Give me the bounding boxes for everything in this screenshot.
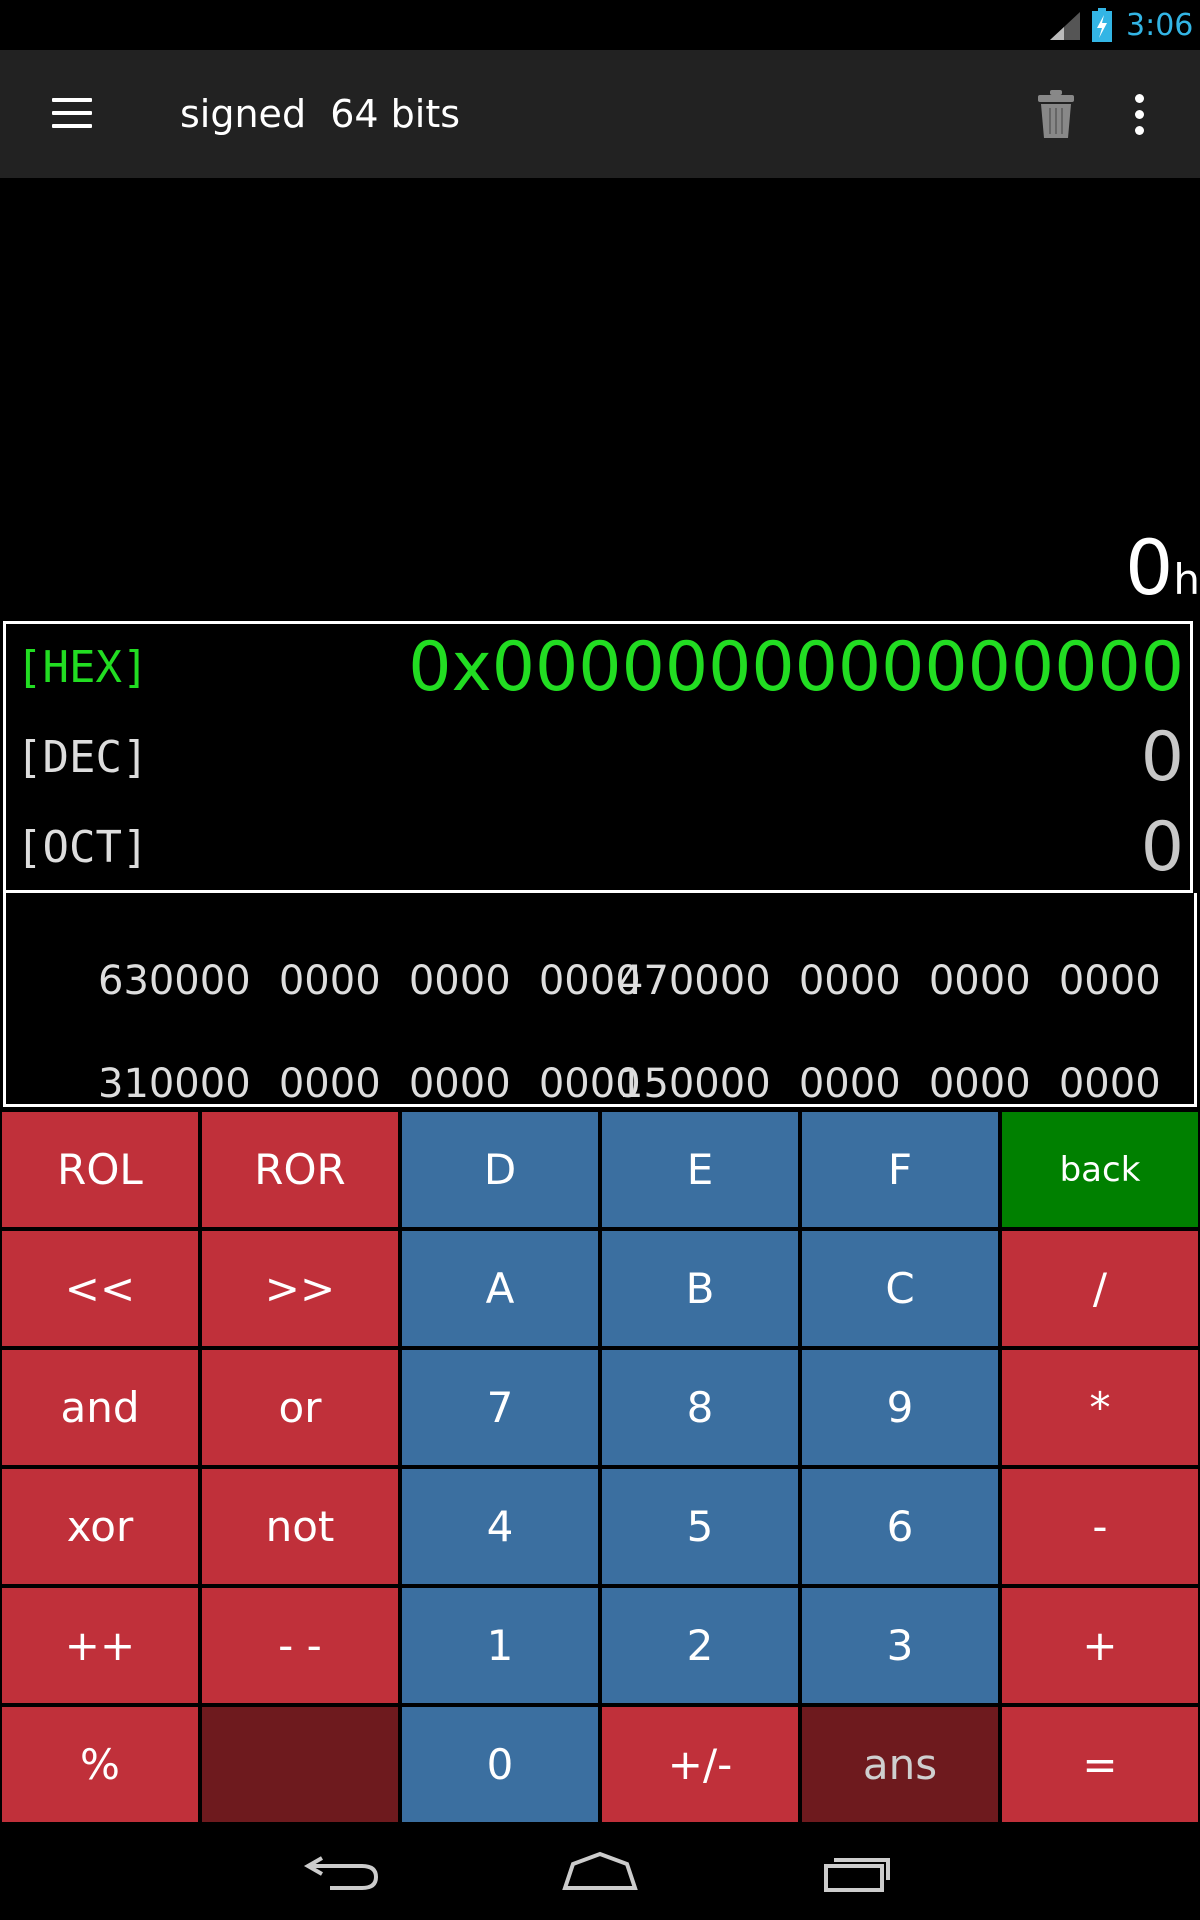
divide-key[interactable]: /: [1002, 1231, 1198, 1346]
navigation-bar: [0, 1822, 1200, 1920]
status-time: 3:06: [1126, 8, 1194, 43]
digit-f-key[interactable]: F: [802, 1112, 998, 1227]
bits-panel: 0000 0000 0000 0000 0000 0000 0000 0000 63 47 0…: [3, 893, 1197, 1107]
back-key[interactable]: back: [1002, 1112, 1198, 1227]
bit-group: 0000: [798, 1061, 901, 1107]
base-label-dec: [DEC]: [16, 732, 149, 783]
bit-group: 0000: [408, 1061, 511, 1107]
not-key[interactable]: not: [202, 1469, 398, 1584]
shift-left-key[interactable]: <<: [2, 1231, 198, 1346]
subtract-key[interactable]: -: [1002, 1469, 1198, 1584]
base-row-oct[interactable]: [OCT] 0: [6, 804, 1190, 894]
bit-group: 0000: [278, 958, 381, 1004]
digit-c-key[interactable]: C: [802, 1231, 998, 1346]
overflow-menu-icon[interactable]: [1124, 94, 1154, 138]
equals-key[interactable]: =: [1002, 1707, 1198, 1822]
bit-group: 0000: [1058, 958, 1161, 1004]
increment-key[interactable]: ++: [2, 1588, 198, 1703]
recents-icon[interactable]: [812, 1844, 902, 1900]
negate-key[interactable]: +/-: [602, 1707, 798, 1822]
blank-key: [202, 1707, 398, 1822]
base-label-oct: [OCT]: [16, 822, 149, 873]
base-label-hex: [HEX]: [16, 642, 149, 693]
digit-3-key[interactable]: 3: [802, 1588, 998, 1703]
digit-6-key[interactable]: 6: [802, 1469, 998, 1584]
add-key[interactable]: +: [1002, 1588, 1198, 1703]
digit-5-key[interactable]: 5: [602, 1469, 798, 1584]
bit-index-31: 31: [98, 1061, 149, 1107]
menu-icon[interactable]: [52, 98, 92, 130]
digit-a-key[interactable]: A: [402, 1231, 598, 1346]
digit-8-key[interactable]: 8: [602, 1350, 798, 1465]
digit-2-key[interactable]: 2: [602, 1588, 798, 1703]
back-icon[interactable]: [300, 1844, 390, 1900]
bit-group: 0000: [1058, 1061, 1161, 1107]
bit-group: 0000: [928, 1061, 1031, 1107]
bit-group: 0000: [408, 958, 511, 1004]
digit-d-key[interactable]: D: [402, 1112, 598, 1227]
multiply-key[interactable]: *: [1002, 1350, 1198, 1465]
digit-9-key[interactable]: 9: [802, 1350, 998, 1465]
bit-group: 0000: [668, 1061, 771, 1107]
decrement-key[interactable]: - -: [202, 1588, 398, 1703]
digit-e-key[interactable]: E: [602, 1112, 798, 1227]
and-key[interactable]: and: [2, 1350, 198, 1465]
base-row-hex[interactable]: [HEX] 0x0000000000000000: [6, 624, 1190, 714]
result-suffix: h: [1173, 555, 1200, 604]
base-value-hex: 0x0000000000000000: [408, 628, 1184, 707]
result-display: 0h: [1125, 528, 1200, 620]
digit-0-key[interactable]: 0: [402, 1707, 598, 1822]
trash-icon[interactable]: [1036, 90, 1076, 140]
home-icon[interactable]: [555, 1844, 645, 1900]
page-title: signed 64 bits: [180, 92, 461, 136]
bit-group: 0000: [148, 1061, 251, 1107]
modulo-key[interactable]: %: [2, 1707, 198, 1822]
base-value-oct: 0: [1140, 808, 1184, 887]
digit-7-key[interactable]: 7: [402, 1350, 598, 1465]
bit-group: 0000: [798, 958, 901, 1004]
action-bar: signed 64 bits: [0, 50, 1200, 178]
keypad: ROL ROR D E F back << >> A B C / and or …: [0, 1110, 1200, 1822]
battery-charging-icon: [1092, 8, 1112, 42]
result-value: 0: [1125, 523, 1174, 612]
xor-key[interactable]: xor: [2, 1469, 198, 1584]
ror-key[interactable]: ROR: [202, 1112, 398, 1227]
bit-group: 0000: [668, 958, 771, 1004]
rol-key[interactable]: ROL: [2, 1112, 198, 1227]
bit-group: 0000: [278, 1061, 381, 1107]
signal-icon: [1050, 12, 1080, 40]
base-value-dec: 0: [1140, 718, 1184, 797]
bit-group: 0000: [928, 958, 1031, 1004]
status-bar: 3:06: [0, 0, 1200, 50]
bit-index-15: 15: [618, 1061, 669, 1107]
ans-key[interactable]: ans: [802, 1707, 998, 1822]
base-panel: [HEX] 0x0000000000000000 [DEC] 0 [OCT] 0: [3, 621, 1193, 893]
bit-index-63: 63: [98, 958, 149, 1004]
or-key[interactable]: or: [202, 1350, 398, 1465]
digit-b-key[interactable]: B: [602, 1231, 798, 1346]
digit-4-key[interactable]: 4: [402, 1469, 598, 1584]
bit-group: 0000: [148, 958, 251, 1004]
digit-1-key[interactable]: 1: [402, 1588, 598, 1703]
bit-index-47: 47: [618, 958, 669, 1004]
base-row-dec[interactable]: [DEC] 0: [6, 714, 1190, 804]
shift-right-key[interactable]: >>: [202, 1231, 398, 1346]
